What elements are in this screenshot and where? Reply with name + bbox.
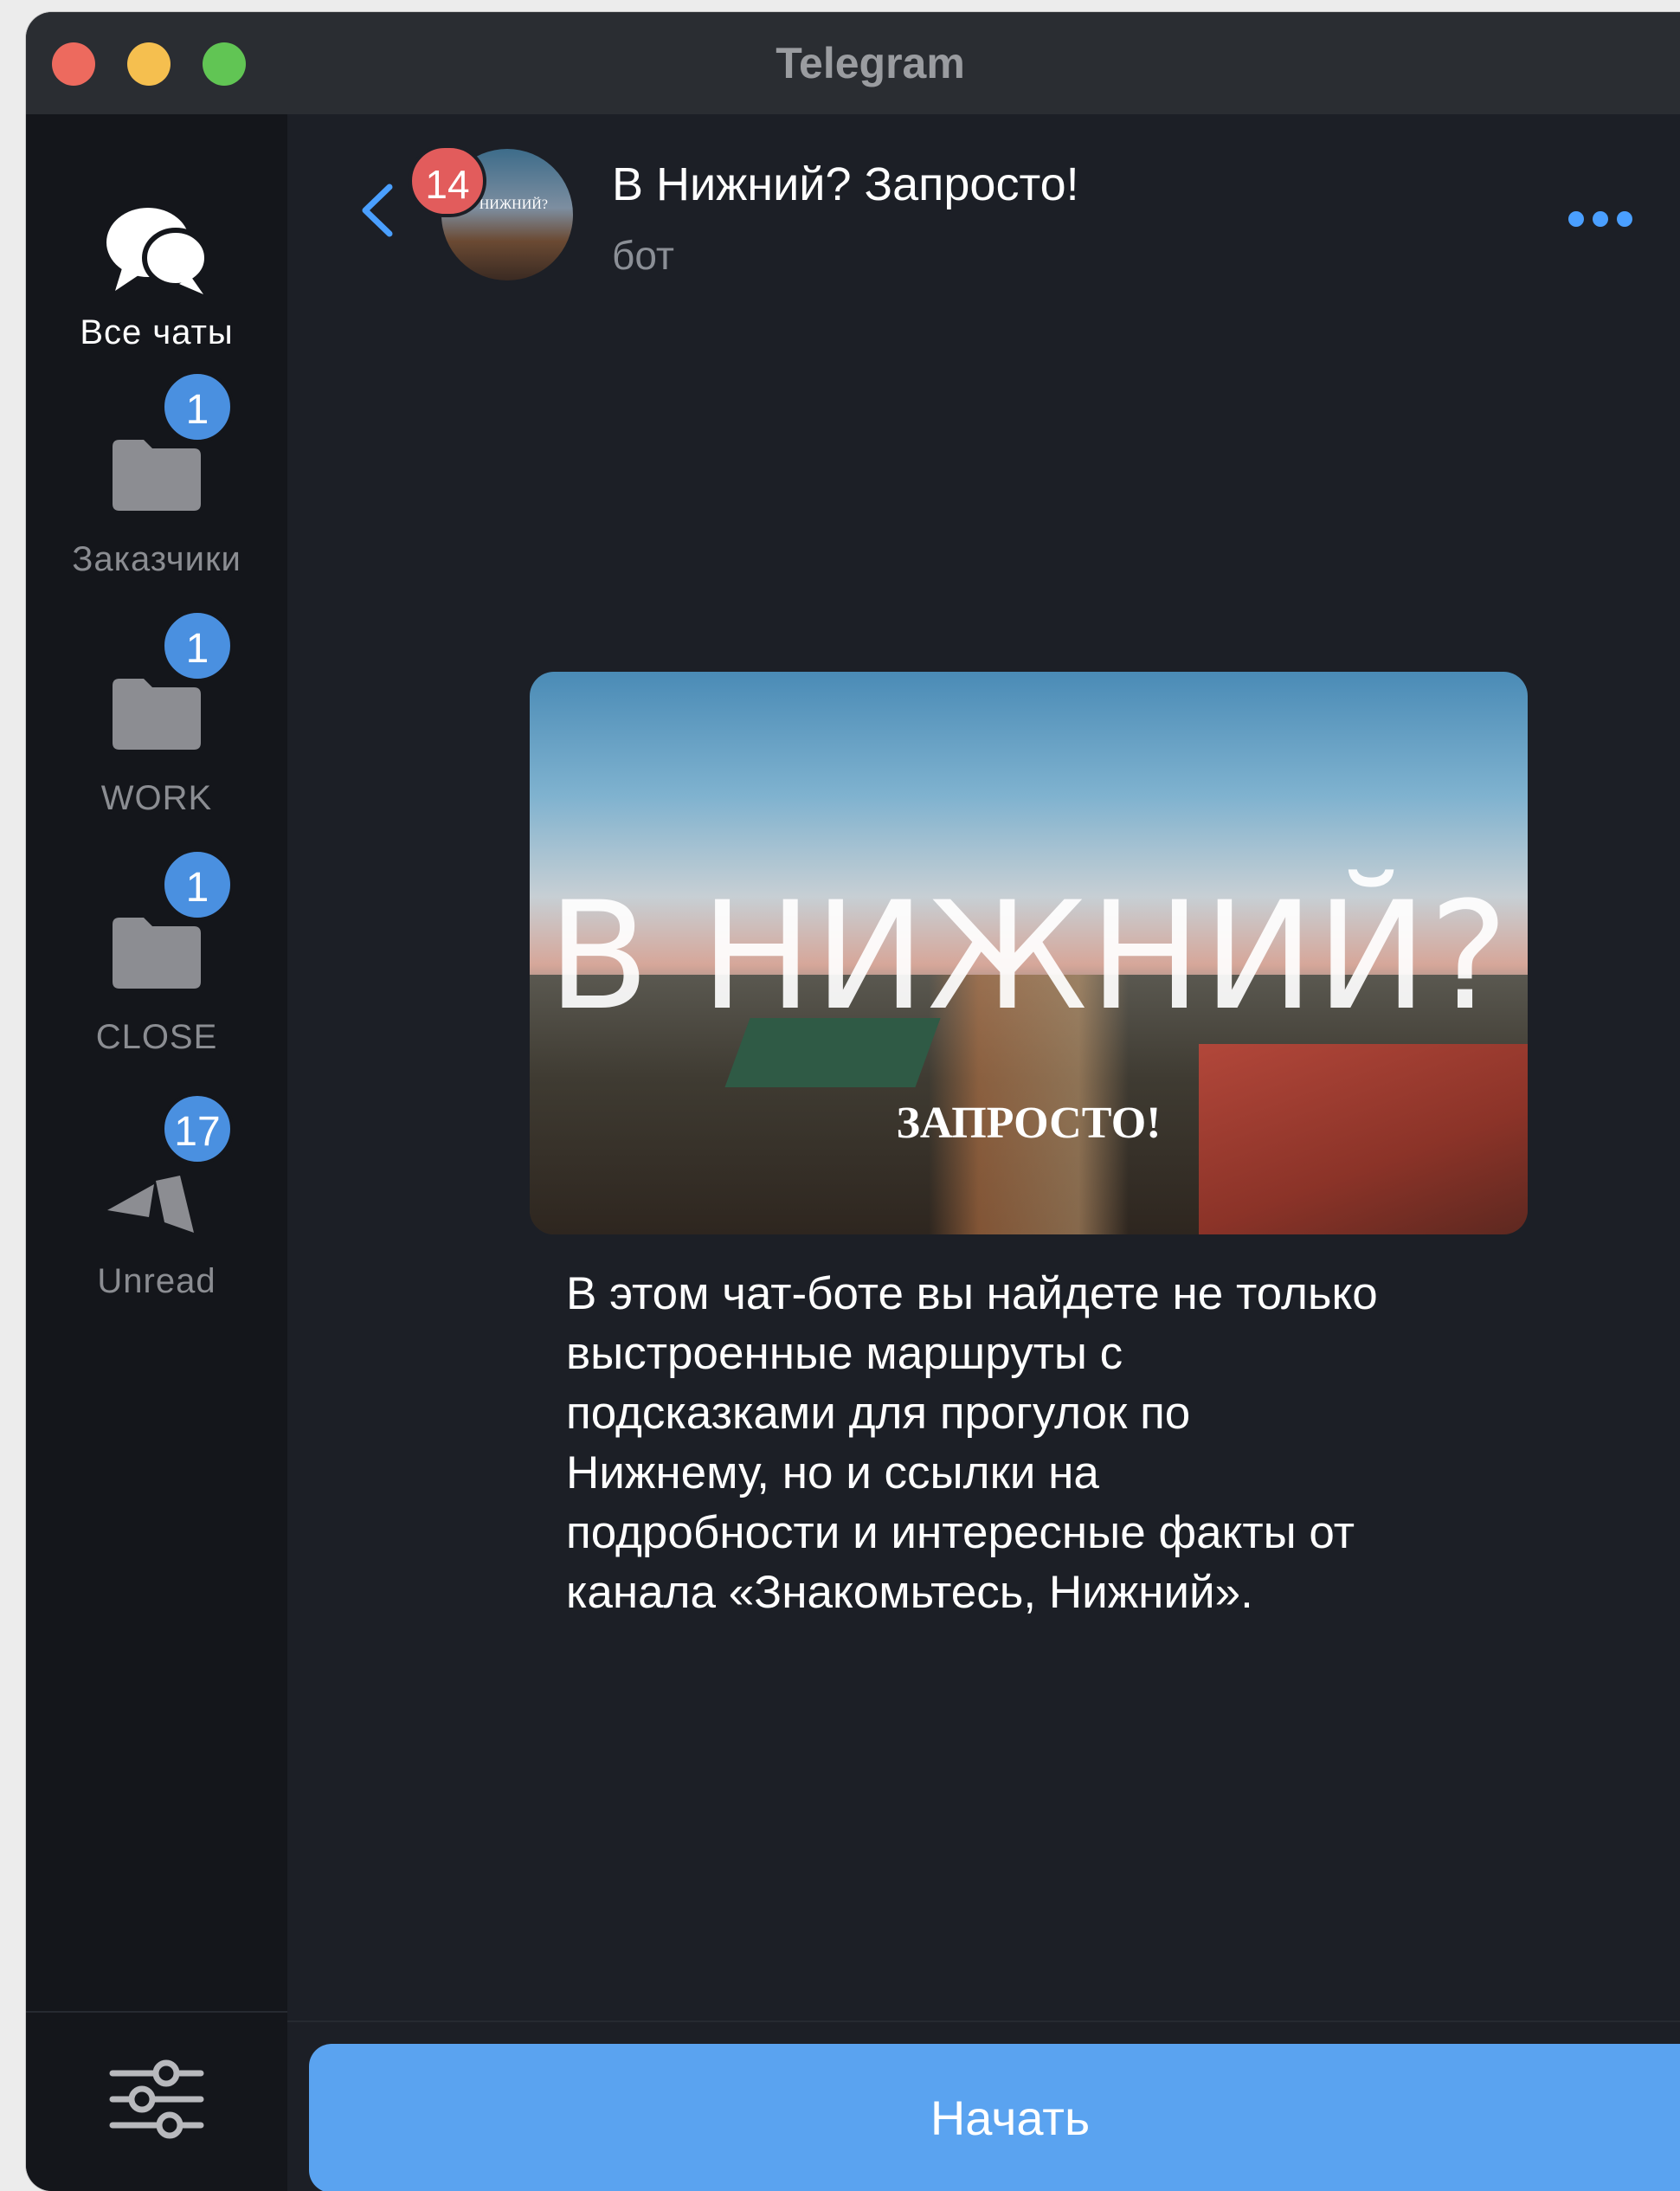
more-dots-icon[interactable] [1568, 211, 1632, 227]
sliders-icon[interactable] [109, 2056, 204, 2143]
back-chevron-icon[interactable] [357, 182, 396, 239]
folder-icon [113, 679, 201, 750]
sidebar-item-all-chats[interactable]: Все чаты [26, 201, 287, 352]
message-area: В НИЖНИЙ? ЗАПРОСТО! В этом чат-боте вы н… [287, 298, 1680, 2020]
unread-badge: 17 [161, 1092, 234, 1165]
start-button[interactable]: Начать [309, 2044, 1680, 2191]
unread-badge: 1 [161, 609, 234, 682]
image-title: В НИЖНИЙ? [547, 869, 1510, 1043]
unread-badge: 1 [161, 371, 234, 443]
chat-bubbles-icon [106, 208, 209, 294]
image-subtitle: ЗАПРОСТО! [896, 1099, 1162, 1148]
bot-intro-image[interactable]: В НИЖНИЙ? ЗАПРОСТО! [530, 672, 1528, 1234]
folder-sidebar: Все чаты 1 Заказчики 1 WORK 1 CLOSE 17 U… [26, 114, 289, 2191]
sidebar-item-close[interactable]: 1 CLOSE [26, 848, 287, 1057]
folder-icon [113, 918, 201, 989]
sidebar-item-label: CLOSE [95, 1018, 218, 1056]
sidebar-item-zakazchiki[interactable]: 1 Заказчики [26, 371, 287, 579]
back-unread-badge: 14 [409, 145, 486, 217]
window-title: Telegram [776, 39, 965, 87]
sidebar-item-work[interactable]: 1 WORK [26, 609, 287, 818]
sidebar-item-unread[interactable]: 17 Unread [26, 1092, 287, 1301]
composer-area: Начать [287, 2020, 1680, 2191]
telegram-window: Telegram Все чаты 1 Заказчики 1 WORK 1 C… [26, 12, 1680, 2191]
sidebar-footer [26, 2011, 287, 2191]
title-bar: Telegram [26, 12, 1680, 116]
chat-title[interactable]: В Нижний? Запросто! [612, 158, 1079, 211]
folder-icon [113, 440, 201, 511]
chat-header: 14 В НИЖНИЙ? В Нижний? Запросто! бот [287, 114, 1680, 300]
bot-description: В этом чат-боте вы найдете не только выс… [566, 1268, 1378, 1618]
sidebar-item-label: Заказчики [72, 540, 241, 578]
sidebar-item-label: Unread [97, 1262, 216, 1300]
sidebar-item-label: WORK [100, 779, 213, 817]
chat-subtitle: бот [612, 233, 674, 278]
unread-badge: 1 [161, 848, 234, 921]
sidebar-item-label: Все чаты [80, 313, 234, 351]
